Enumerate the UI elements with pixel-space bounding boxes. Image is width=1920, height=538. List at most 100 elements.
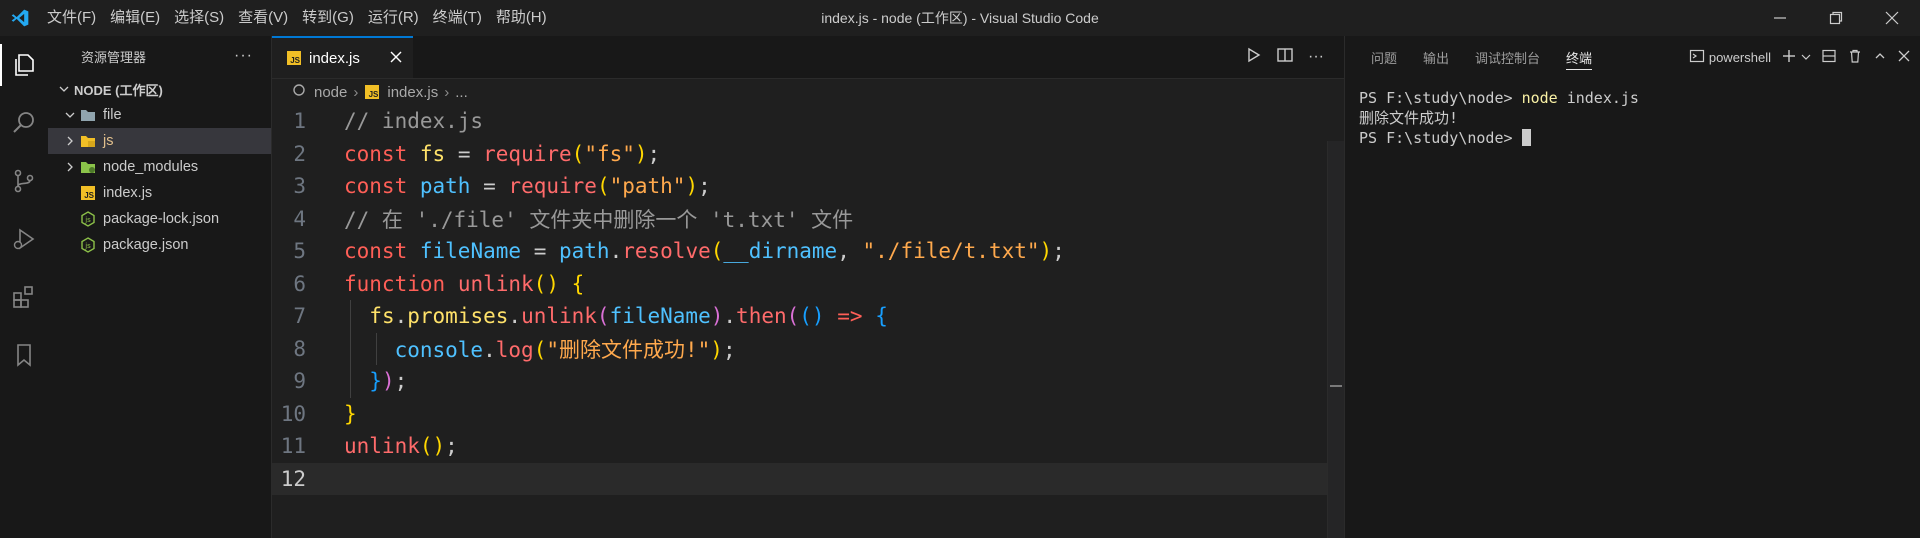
close-panel-icon[interactable] bbox=[1897, 49, 1911, 66]
tree-folder-js[interactable]: js bbox=[48, 128, 271, 154]
code-line[interactable]: 9 }); bbox=[272, 365, 1328, 398]
terminal-prompt: PS F:\study\node> bbox=[1359, 89, 1522, 107]
explorer-title: 资源管理器 bbox=[81, 49, 147, 65]
code-line[interactable]: 6 function unlink() { bbox=[272, 268, 1328, 301]
menu-view[interactable]: 查看(V) bbox=[231, 0, 295, 36]
shell-name[interactable]: powershell bbox=[1709, 50, 1771, 65]
line-number: 6 bbox=[293, 271, 306, 296]
tree-item-label: js bbox=[103, 133, 114, 149]
tree-item-label: file bbox=[103, 107, 122, 123]
close-window-button[interactable] bbox=[1864, 0, 1920, 36]
tab-index-js[interactable]: JS index.js bbox=[272, 36, 413, 78]
code-line[interactable]: 5 const fileName = path.resolve(__dirnam… bbox=[272, 235, 1328, 268]
terminal-shell-icon bbox=[1689, 48, 1705, 67]
js-file-icon: JS bbox=[286, 50, 302, 66]
menu-bar: 文件(F) 编辑(E) 选择(S) 查看(V) 转到(G) 运行(R) 终端(T… bbox=[40, 0, 554, 36]
line-number: 8 bbox=[293, 336, 306, 361]
tab-terminal[interactable]: 终端 bbox=[1566, 36, 1593, 78]
bookmark-icon[interactable] bbox=[0, 326, 48, 384]
folder-circle-icon bbox=[292, 83, 306, 101]
run-file-icon[interactable] bbox=[1244, 46, 1262, 69]
activity-bar bbox=[0, 36, 48, 538]
explorer-sidebar: 资源管理器 ··· NODE (工作区) file js node_module… bbox=[48, 36, 272, 538]
code-text: unlink(); bbox=[344, 434, 458, 459]
menu-selection[interactable]: 选择(S) bbox=[167, 0, 231, 36]
more-actions-icon[interactable]: ··· bbox=[1308, 48, 1324, 66]
code-text: // 在 './file' 文件夹中删除一个 't.txt' 文件 bbox=[344, 207, 854, 232]
workspace-section[interactable]: NODE (工作区) bbox=[48, 76, 271, 102]
menu-run[interactable]: 运行(R) bbox=[361, 0, 426, 36]
code-line[interactable]: 7 fs.promises.unlink(fileName).then(() =… bbox=[272, 300, 1328, 333]
close-tab-icon[interactable] bbox=[389, 50, 403, 68]
tab-output[interactable]: 输出 bbox=[1423, 36, 1449, 78]
code-line-current[interactable]: 12 bbox=[272, 462, 1328, 495]
breadcrumb-file[interactable]: index.js bbox=[387, 84, 438, 101]
breadcrumb-symbol[interactable]: ... bbox=[455, 84, 468, 101]
menu-file[interactable]: 文件(F) bbox=[40, 0, 103, 36]
search-icon[interactable] bbox=[0, 94, 48, 152]
workspace-label: NODE (工作区) bbox=[74, 82, 163, 98]
extensions-icon[interactable] bbox=[0, 268, 48, 326]
tree-folder-node-modules[interactable]: node_modules bbox=[48, 154, 271, 180]
code-text: const fileName = path.resolve(__dirname,… bbox=[344, 239, 1065, 264]
new-terminal-icon[interactable] bbox=[1781, 48, 1797, 67]
chevron-down-icon[interactable] bbox=[1801, 50, 1811, 65]
code-text: console.log("删除文件成功!"); bbox=[394, 337, 736, 362]
maximize-panel-icon[interactable] bbox=[1873, 49, 1887, 66]
menu-terminal[interactable]: 终端(T) bbox=[426, 0, 489, 36]
code-text: fs.promises.unlink(fileName).then(() => … bbox=[369, 304, 888, 329]
code-text: // index.js bbox=[344, 109, 484, 134]
tree-file-index-js[interactable]: JS index.js bbox=[48, 180, 271, 206]
code-line[interactable]: 8 console.log("删除文件成功!"); bbox=[272, 332, 1328, 365]
json-file-icon: js bbox=[80, 211, 96, 227]
tree-folder-file[interactable]: file bbox=[48, 102, 271, 128]
menu-go[interactable]: 转到(G) bbox=[295, 0, 361, 36]
code-line[interactable]: 10 } bbox=[272, 398, 1328, 431]
tab-debug-console[interactable]: 调试控制台 bbox=[1475, 36, 1540, 78]
menu-help[interactable]: 帮助(H) bbox=[489, 0, 554, 36]
line-number: 3 bbox=[293, 174, 306, 199]
tree-item-label: index.js bbox=[103, 185, 153, 201]
chevron-right-icon bbox=[60, 135, 80, 147]
code-line[interactable]: 3 const path = require("path"); bbox=[272, 170, 1328, 203]
restore-button[interactable] bbox=[1808, 0, 1864, 36]
svg-text:js: js bbox=[84, 242, 91, 250]
line-number: 4 bbox=[293, 206, 306, 231]
terminal-output[interactable]: PS F:\study\node> node index.js 删除文件成功! … bbox=[1345, 78, 1920, 148]
breadcrumb-node[interactable]: node bbox=[314, 84, 347, 101]
terminal-args: index.js bbox=[1557, 89, 1639, 107]
code-line[interactable]: 1 // index.js bbox=[272, 105, 1328, 138]
editor-tabs: JS index.js ··· bbox=[272, 36, 1344, 79]
run-debug-icon[interactable] bbox=[0, 210, 48, 268]
trash-icon[interactable] bbox=[1847, 48, 1863, 67]
code-line[interactable]: 11 unlink(); bbox=[272, 430, 1328, 463]
node-modules-folder-icon bbox=[80, 159, 96, 175]
code-text: const path = require("path"); bbox=[344, 174, 711, 199]
tree-file-package-lock[interactable]: js package-lock.json bbox=[48, 206, 271, 232]
tab-problems[interactable]: 问题 bbox=[1371, 36, 1397, 78]
code-text: } bbox=[344, 401, 357, 426]
split-editor-icon[interactable] bbox=[1276, 46, 1294, 69]
more-actions-icon[interactable]: ··· bbox=[234, 47, 253, 65]
breadcrumb-chevron-icon: › bbox=[444, 83, 450, 101]
tab-label: index.js bbox=[309, 49, 360, 67]
line-number: 2 bbox=[293, 141, 306, 166]
tree-file-package-json[interactable]: js package.json bbox=[48, 232, 271, 258]
code-editor[interactable]: 1 // index.js 2 const fs = require("fs")… bbox=[272, 105, 1328, 495]
svg-text:js: js bbox=[84, 216, 91, 224]
code-line[interactable]: 2 const fs = require("fs"); bbox=[272, 138, 1328, 171]
terminal-prompt: PS F:\study\node> bbox=[1359, 129, 1522, 147]
code-line[interactable]: 4 // 在 './file' 文件夹中删除一个 't.txt' 文件 bbox=[272, 203, 1328, 236]
explorer-icon[interactable] bbox=[0, 36, 48, 94]
chevron-down-icon bbox=[60, 109, 80, 121]
terminal-panel: 问题 输出 调试控制台 终端 powershell PS F:\study\no… bbox=[1344, 36, 1920, 538]
editor-area: JS index.js ··· node › JS index.js › ...… bbox=[272, 36, 1344, 538]
editor-scrollbar[interactable] bbox=[1327, 141, 1344, 538]
breadcrumb: node › JS index.js › ... bbox=[272, 79, 1344, 105]
menu-edit[interactable]: 编辑(E) bbox=[103, 0, 167, 36]
scrollbar-cursor-marker bbox=[1330, 385, 1342, 387]
code-text: function unlink() { bbox=[344, 271, 585, 296]
split-terminal-icon[interactable] bbox=[1821, 48, 1837, 67]
source-control-icon[interactable] bbox=[0, 152, 48, 210]
minimize-button[interactable] bbox=[1752, 0, 1808, 36]
